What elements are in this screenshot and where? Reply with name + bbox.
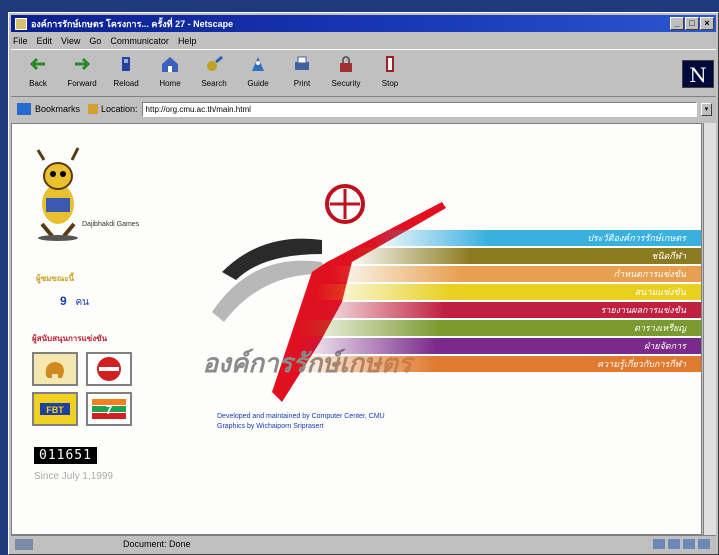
print-icon	[295, 56, 309, 70]
navigation-toolbar: Back Forward Reload Home Search Guide Pr…	[11, 49, 716, 97]
sponsor-fbt-icon: FBT	[34, 394, 76, 424]
menu-bar: File Edit View Go Communicator Help	[11, 33, 716, 48]
mascot-caption: Dajibhakdi Games	[82, 221, 140, 228]
title-bar: องค์การรักษ์เกษตร โครงการ... ครั้งที่ 27…	[11, 15, 716, 32]
search-button[interactable]: Search	[193, 54, 235, 88]
menu-file[interactable]: File	[13, 36, 28, 46]
sponsor-coca-cola-icon	[88, 354, 130, 384]
reload-button[interactable]: Reload	[105, 54, 147, 88]
sponsor-logo-2[interactable]	[86, 352, 132, 386]
sponsor-label: ผู้สนับสนุนการแข่งขัน	[32, 334, 108, 343]
location-icon	[88, 104, 99, 114]
guide-button[interactable]: Guide	[237, 54, 279, 88]
netscape-app-icon	[15, 17, 27, 30]
reload-label: Reload	[113, 79, 139, 88]
bookmarks-icon	[17, 103, 31, 115]
menu-edit[interactable]: Edit	[37, 36, 53, 46]
search-label: Search	[201, 79, 227, 88]
stop-icon	[386, 56, 394, 72]
security-icon	[340, 56, 352, 72]
window-title: องค์การรักษ์เกษตร โครงการ... ครั้งที่ 27…	[31, 18, 234, 29]
sponsor-logo-4[interactable]: 7	[86, 392, 132, 426]
home-label: Home	[159, 79, 181, 88]
since-date: Since July 1,1999	[34, 471, 113, 482]
home-button[interactable]: Home	[149, 54, 191, 88]
sponsor-logo-1[interactable]	[32, 352, 78, 386]
visitor-count-unit: คน	[75, 297, 89, 308]
home-icon	[162, 57, 178, 72]
back-label: Back	[29, 79, 47, 88]
minimize-button[interactable]: _	[670, 17, 684, 30]
forward-button[interactable]: Forward	[61, 54, 103, 88]
print-button[interactable]: Print	[281, 54, 323, 88]
status-text: Document: Done	[123, 539, 191, 549]
back-button[interactable]: Back	[17, 54, 59, 88]
location-label: Location:	[101, 104, 138, 114]
forward-label: Forward	[67, 79, 97, 88]
svg-text:FBT: FBT	[46, 405, 64, 415]
component-bar	[653, 539, 710, 549]
security-button[interactable]: Security	[325, 54, 367, 88]
maximize-button[interactable]: □	[685, 17, 699, 30]
reload-icon	[122, 57, 130, 71]
menu-go[interactable]: Go	[89, 36, 101, 46]
credit-line-2: Graphics by Wichaiporn Sriprasert	[217, 423, 324, 430]
forward-arrow-icon	[75, 57, 91, 71]
url-input[interactable]: http://org.cmu.ac.th/main.html	[141, 101, 697, 117]
navigator-tray-icon[interactable]	[653, 539, 665, 549]
menu-medals[interactable]: ตารางเหรียญ	[298, 320, 701, 336]
menu-help[interactable]: Help	[178, 36, 197, 46]
back-arrow-icon	[29, 57, 45, 71]
stop-label: Stop	[381, 79, 399, 88]
menu-history[interactable]: ประวัติองค์การรักษ์เกษตร	[372, 230, 701, 246]
visitor-label: ผู้ชมขณะนี้	[36, 274, 75, 283]
page-content: Dajibhakdi Games ผู้ชมขณะนี้ 9 คน ผู้สนั…	[11, 123, 702, 535]
visitor-count: 9 คน	[60, 294, 89, 310]
credit-text: Developed and maintained by Computer Cen…	[217, 412, 385, 432]
menu-view[interactable]: View	[61, 36, 80, 46]
menu-results[interactable]: รายงานผลการแข่งขัน	[306, 302, 701, 318]
location-toolbar: Bookmarks Location: http://org.cmu.ac.th…	[11, 99, 716, 119]
credit-line-1: Developed and maintained by Computer Cen…	[217, 413, 385, 420]
menu-knowledge[interactable]: ความรู้เกี่ยวกับการกีฬา	[292, 356, 701, 372]
security-status-icon[interactable]	[15, 538, 33, 550]
status-bar: Document: Done	[11, 535, 716, 552]
bookmarks-button[interactable]: Bookmarks	[35, 104, 80, 114]
sponsor-logo-3[interactable]: FBT	[32, 392, 78, 426]
security-label: Security	[331, 79, 361, 88]
close-button[interactable]: ×	[700, 17, 714, 30]
discussion-tray-icon[interactable]	[698, 539, 710, 549]
mail-tray-icon[interactable]	[668, 539, 680, 549]
stop-button[interactable]: Stop	[369, 54, 411, 88]
menu-communicator[interactable]: Communicator	[110, 36, 169, 46]
menu-schedule[interactable]: กำหนดการแข่งขัน	[330, 266, 701, 282]
composer-tray-icon[interactable]	[683, 539, 695, 549]
netscape-logo[interactable]: N	[682, 60, 714, 88]
vertical-scrollbar[interactable]	[703, 123, 716, 535]
menu-venues[interactable]: สนามแข่งขัน	[316, 284, 701, 300]
sponsor-seven-eleven-icon: 7	[88, 394, 130, 424]
browser-window: องค์การรักษ์เกษตร โครงการ... ครั้งที่ 27…	[8, 12, 719, 555]
hit-counter: 011651	[34, 447, 97, 464]
search-icon	[207, 55, 223, 71]
print-label: Print	[293, 79, 311, 88]
url-dropdown-button[interactable]: ▾	[701, 102, 712, 116]
menu-management[interactable]: ฝ่ายจัดการ	[294, 338, 701, 354]
guide-label: Guide	[247, 79, 269, 88]
menu-sports[interactable]: ชนิดกีฬา	[348, 248, 701, 264]
svg-text:7: 7	[106, 403, 113, 417]
visitor-count-value: 9	[60, 294, 67, 308]
guide-icon	[252, 57, 264, 71]
sponsor-elephant-icon	[34, 354, 76, 384]
